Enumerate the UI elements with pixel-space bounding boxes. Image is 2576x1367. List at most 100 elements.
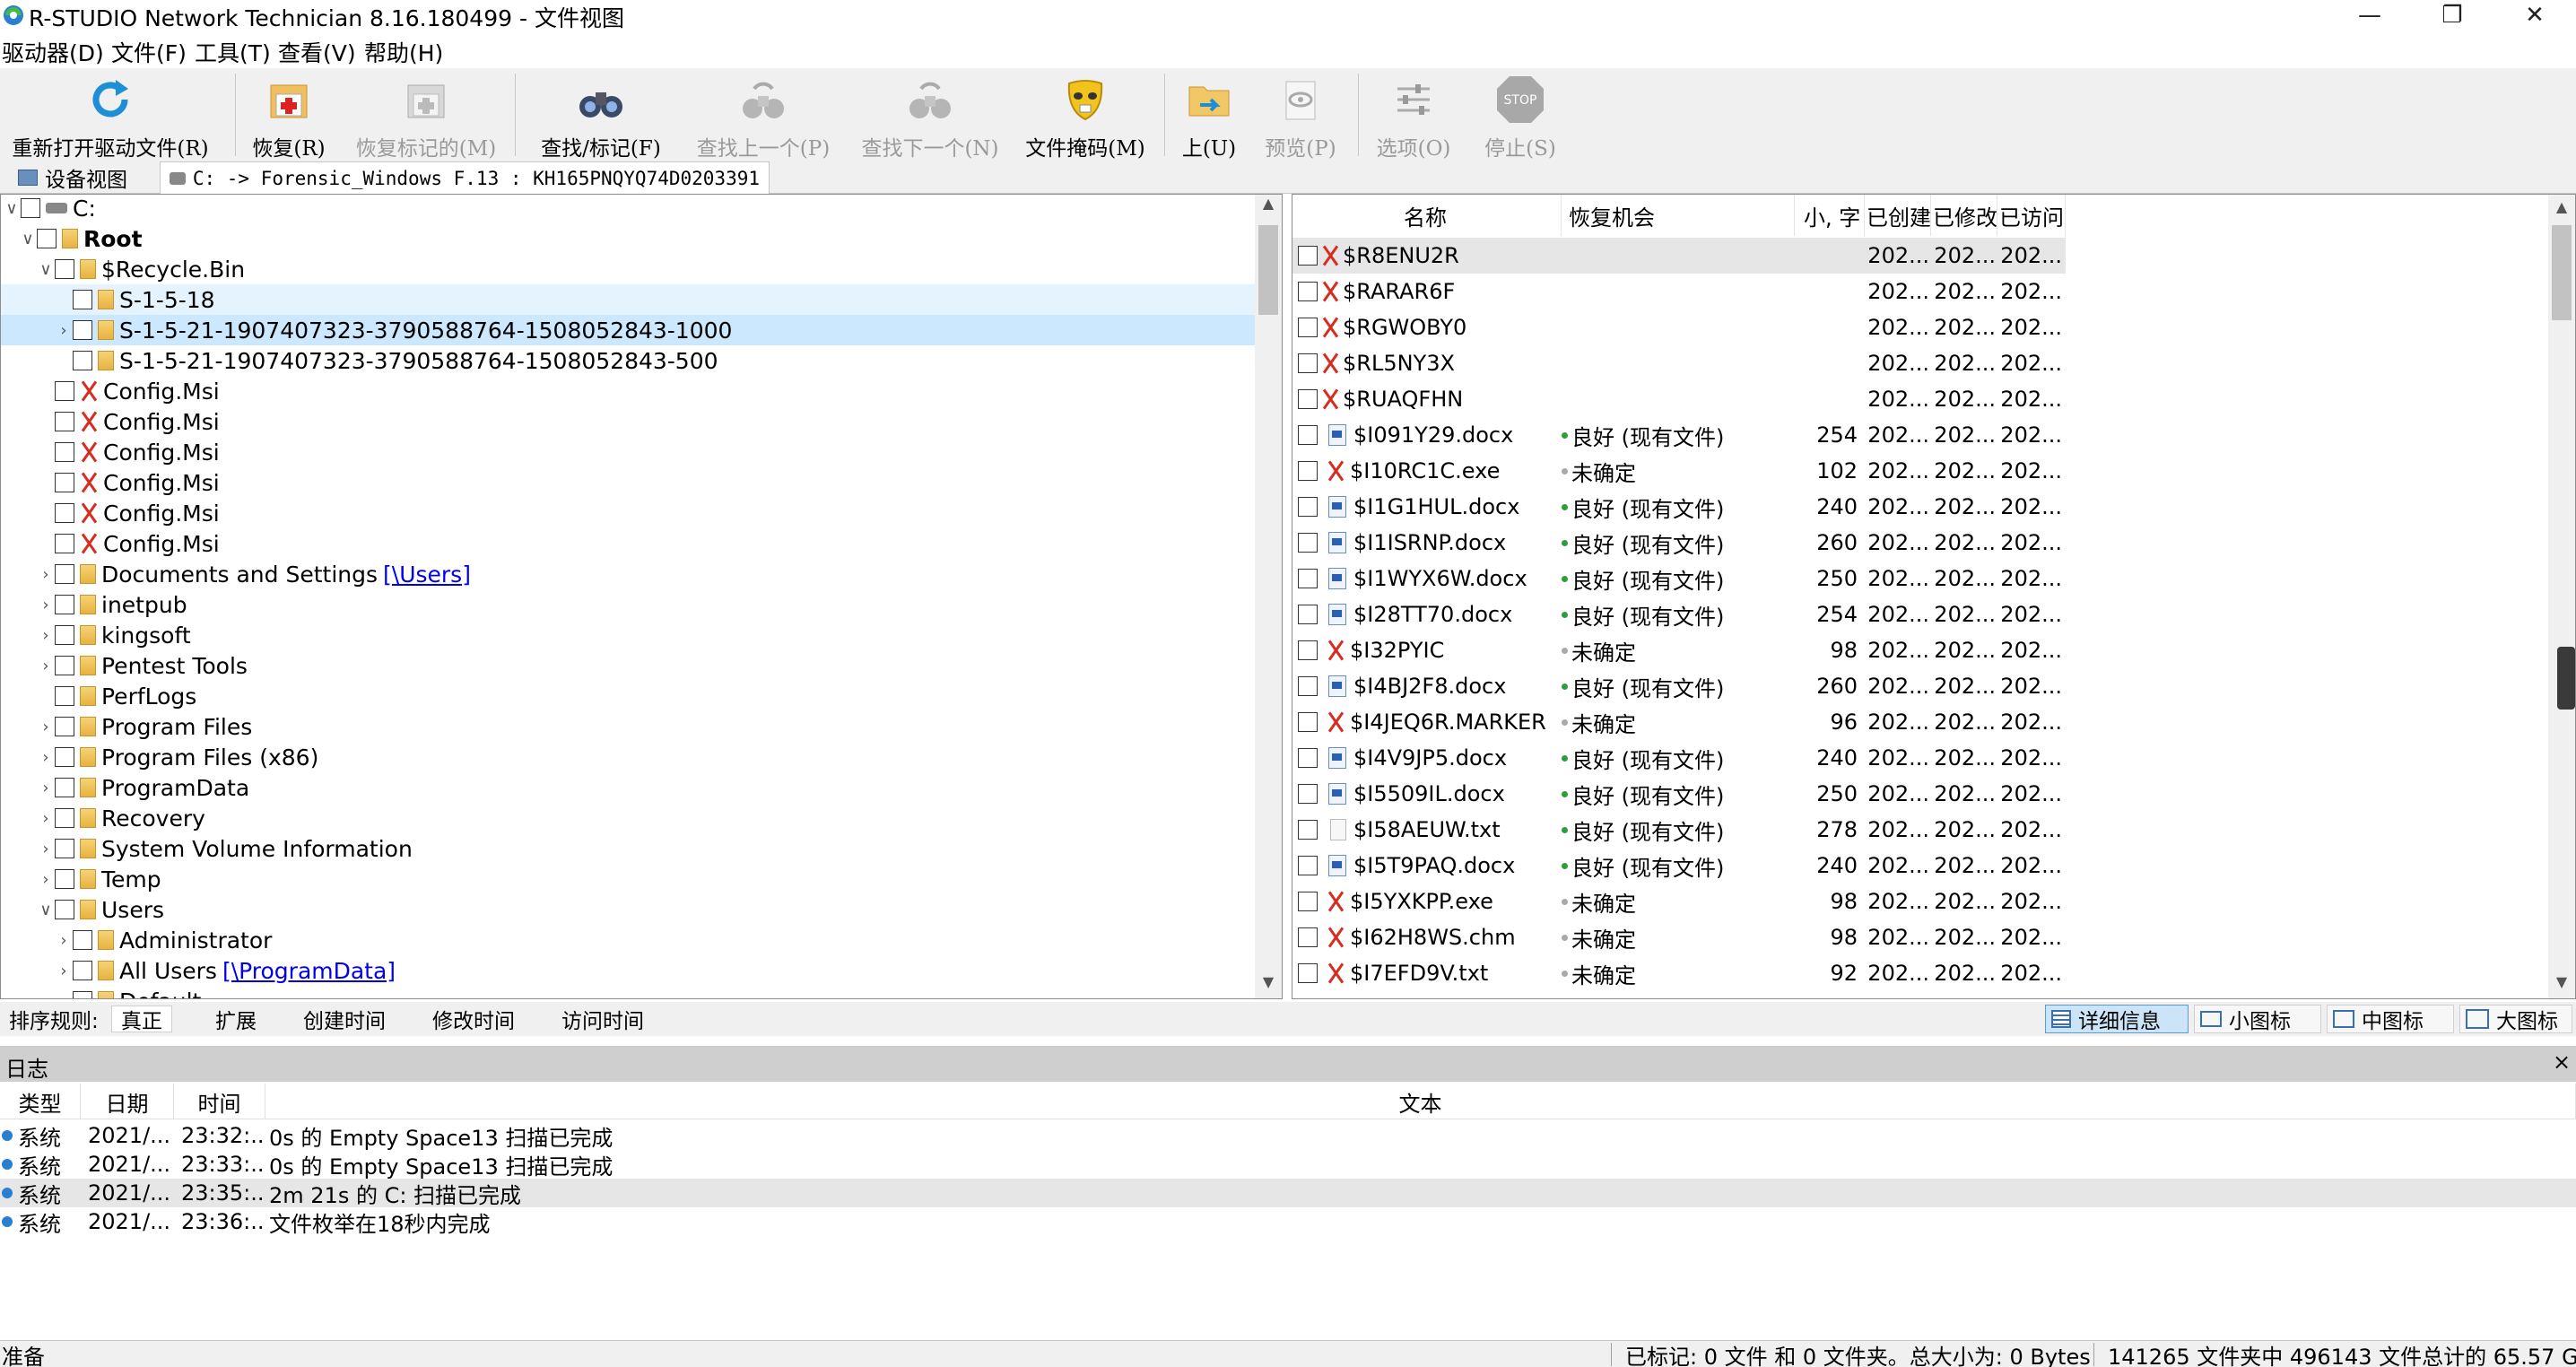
tab-device-view[interactable]: 设备视图 [9,161,136,194]
options-button[interactable]: 选项(O) [1367,68,1460,161]
file-row[interactable]: $I1ISRNP.docx 良好 (现有文件) 260 202... 202... 202… [1292,525,2066,561]
log-row[interactable]: 系统 2021/... 23:32:... 0s 的 Empty Space13 扫描… [0,1121,2576,1150]
tree-item-checkbox[interactable] [55,442,74,462]
tree-item-checkbox[interactable] [55,473,74,492]
tree-item-checkbox[interactable] [55,778,74,797]
tree-item-checkbox[interactable] [55,259,74,279]
tree-item-docs[interactable]: › Documents and Settings [\Users] [1,559,1255,589]
tree-item-checkbox[interactable] [73,930,92,950]
file-scroll-thumb[interactable] [2552,225,2572,320]
tree-item-checkbox[interactable] [73,351,92,370]
tree-item-config[interactable]: Config.Msi [1,406,1255,437]
file-row[interactable]: $I5YXKPP.exe 未确定 98 202... 202... 202... [1292,884,2066,919]
file-list-scrollbar[interactable]: ▲ ▼ [2548,195,2575,998]
up-button[interactable]: 上(U) [1171,68,1247,161]
tree-item-checkbox[interactable] [55,503,74,523]
expand-toggle-icon[interactable]: › [37,657,55,675]
tree-item-checkbox[interactable] [73,991,92,998]
reopen-drive-files-button[interactable]: 重新打开驱动文件(R) [9,68,212,161]
tree-item-checkbox[interactable] [73,320,92,340]
file-row[interactable]: $I5T9PAQ.docx 良好 (现有文件) 240 202... 202... 202… [1292,848,2066,884]
expand-toggle-icon[interactable]: › [55,992,73,999]
file-checkbox[interactable] [1298,820,1318,840]
tree-item-s1[interactable]: S-1-5-18 [1,284,1255,315]
file-row[interactable]: $I1WYX6W.docx 良好 (现有文件) 250 202... 202... 202… [1292,561,2066,596]
file-checkbox[interactable] [1298,963,1318,983]
tree-item-checkbox[interactable] [55,808,74,828]
file-row[interactable]: $RARAR6F 202... 202... 202... [1292,274,2066,309]
log-row[interactable]: 系统 2021/... 23:33:... 0s 的 Empty Space13 扫描… [0,1150,2576,1179]
tree-item-s3[interactable]: S-1-5-21-1907407323-3790588764-150805284… [1,345,1255,376]
expand-toggle-icon[interactable]: › [37,779,55,797]
find-next-button[interactable]: 查找下一个(N) [854,68,1006,161]
file-checkbox[interactable] [1298,856,1318,875]
file-checkbox[interactable] [1298,533,1318,553]
column-name[interactable]: 名称 [1292,195,1562,236]
recover-marked-button[interactable]: 恢复标记的(M) [350,68,502,161]
tree-item-checkbox[interactable] [37,229,57,248]
expand-toggle-icon[interactable]: ∨ [19,230,37,248]
file-checkbox[interactable] [1298,640,1318,660]
scroll-up-icon[interactable]: ▲ [2548,198,2575,220]
file-row[interactable]: $I4BJ2F8.docx 良好 (现有文件) 260 202... 202... 202… [1292,668,2066,704]
log-row[interactable]: 系统 2021/... 23:36:... 文件枚举在18秒内完成 [0,1207,2576,1236]
tree-item-allusers[interactable]: › All Users [\ProgramData] [1,955,1255,986]
sort-extension[interactable]: 扩展 [206,1006,265,1033]
tree-item-config[interactable]: Config.Msi [1,528,1255,559]
file-checkbox[interactable] [1298,676,1318,696]
tree-item-checkbox[interactable] [55,656,74,675]
scroll-down-icon[interactable]: ▼ [2548,973,2575,995]
tree-item-checkbox[interactable] [55,534,74,553]
tree-item-admin[interactable]: › Administrator [1,925,1255,955]
file-checkbox[interactable] [1298,246,1318,266]
log-row[interactable]: 系统 2021/... 23:35:... 2m 21s 的 C: 扫描已完成 [0,1179,2576,1207]
file-row[interactable]: $R8ENU2R 202... 202... 202... [1292,238,2066,274]
file-checkbox[interactable] [1298,461,1318,481]
tree-item-kingsoft[interactable]: › kingsoft [1,620,1255,650]
expand-toggle-icon[interactable]: › [55,962,73,980]
menu-file[interactable]: 文件(F) [111,36,187,68]
scroll-down-icon[interactable]: ▼ [1255,973,1282,995]
find-mark-button[interactable]: 查找/标记(F) [529,68,673,161]
tree-item-default[interactable]: › Default [1,986,1255,999]
file-checkbox[interactable] [1298,892,1318,911]
sort-modified[interactable]: 修改时间 [423,1006,524,1033]
find-previous-button[interactable]: 查找上一个(P) [687,68,840,161]
menu-drives[interactable]: 驱动器(D) [2,36,104,68]
file-checkbox[interactable] [1298,569,1318,588]
tree-item-checkbox[interactable] [55,747,74,767]
file-checkbox[interactable] [1298,318,1318,337]
file-row[interactable]: $I58AEUW.txt 良好 (现有文件) 278 202... 202... 202.… [1292,812,2066,848]
file-checkbox[interactable] [1298,605,1318,624]
tree-item-config[interactable]: Config.Msi [1,376,1255,406]
stop-button[interactable]: STOP 停止(S) [1471,68,1570,161]
tree-item-pd[interactable]: › ProgramData [1,772,1255,803]
log-close-icon[interactable]: × [2553,1049,2571,1075]
tab-file-view[interactable]: C: -> Forensic_Windows F.13 : KH165PNQYQ… [160,161,770,194]
tree-item-pentest[interactable]: › Pentest Tools [1,650,1255,681]
file-row[interactable]: $I091Y29.docx 良好 (现有文件) 254 202... 202... 202… [1292,417,2066,453]
file-row[interactable]: $I10RC1C.exe 未确定 102 202... 202... 202... [1292,453,2066,489]
file-row[interactable]: $RGWOBY0 202... 202... 202... [1292,309,2066,345]
tree-item-checkbox[interactable] [55,900,74,919]
column-size[interactable]: 小, 字 [1795,195,1865,236]
tree-item-svi[interactable]: › System Volume Information [1,833,1255,864]
expand-toggle-icon[interactable]: ∨ [3,199,21,218]
column-accessed[interactable]: 已访问 [1997,195,2066,236]
symlink-target-link[interactable]: [\ProgramData] [222,958,396,984]
tree-item-users[interactable]: ∨ Users [1,894,1255,925]
file-row[interactable]: $I1G1HUL.docx 良好 (现有文件) 240 202... 202... 202… [1292,489,2066,525]
file-row[interactable]: $I7EFD9V.txt 未确定 92 202... 202... 202... [1292,955,2066,991]
expand-toggle-icon[interactable]: › [37,718,55,736]
file-row[interactable]: $I28TT70.docx 良好 (现有文件) 254 202... 202... 202… [1292,596,2066,632]
menu-tools[interactable]: 工具(T) [195,36,271,68]
expand-toggle-icon[interactable]: › [37,748,55,767]
menu-help[interactable]: 帮助(H) [364,36,443,68]
expand-toggle-icon[interactable]: › [37,870,55,889]
recover-button[interactable]: 恢复(R) [244,68,334,161]
file-checkbox[interactable] [1298,282,1318,301]
sort-real[interactable]: 真正 [111,1006,172,1033]
tree-item-recovery[interactable]: › Recovery [1,803,1255,833]
tree-item-pf[interactable]: › Program Files [1,711,1255,742]
tree-item-drive[interactable]: ∨ C: [1,195,1255,223]
